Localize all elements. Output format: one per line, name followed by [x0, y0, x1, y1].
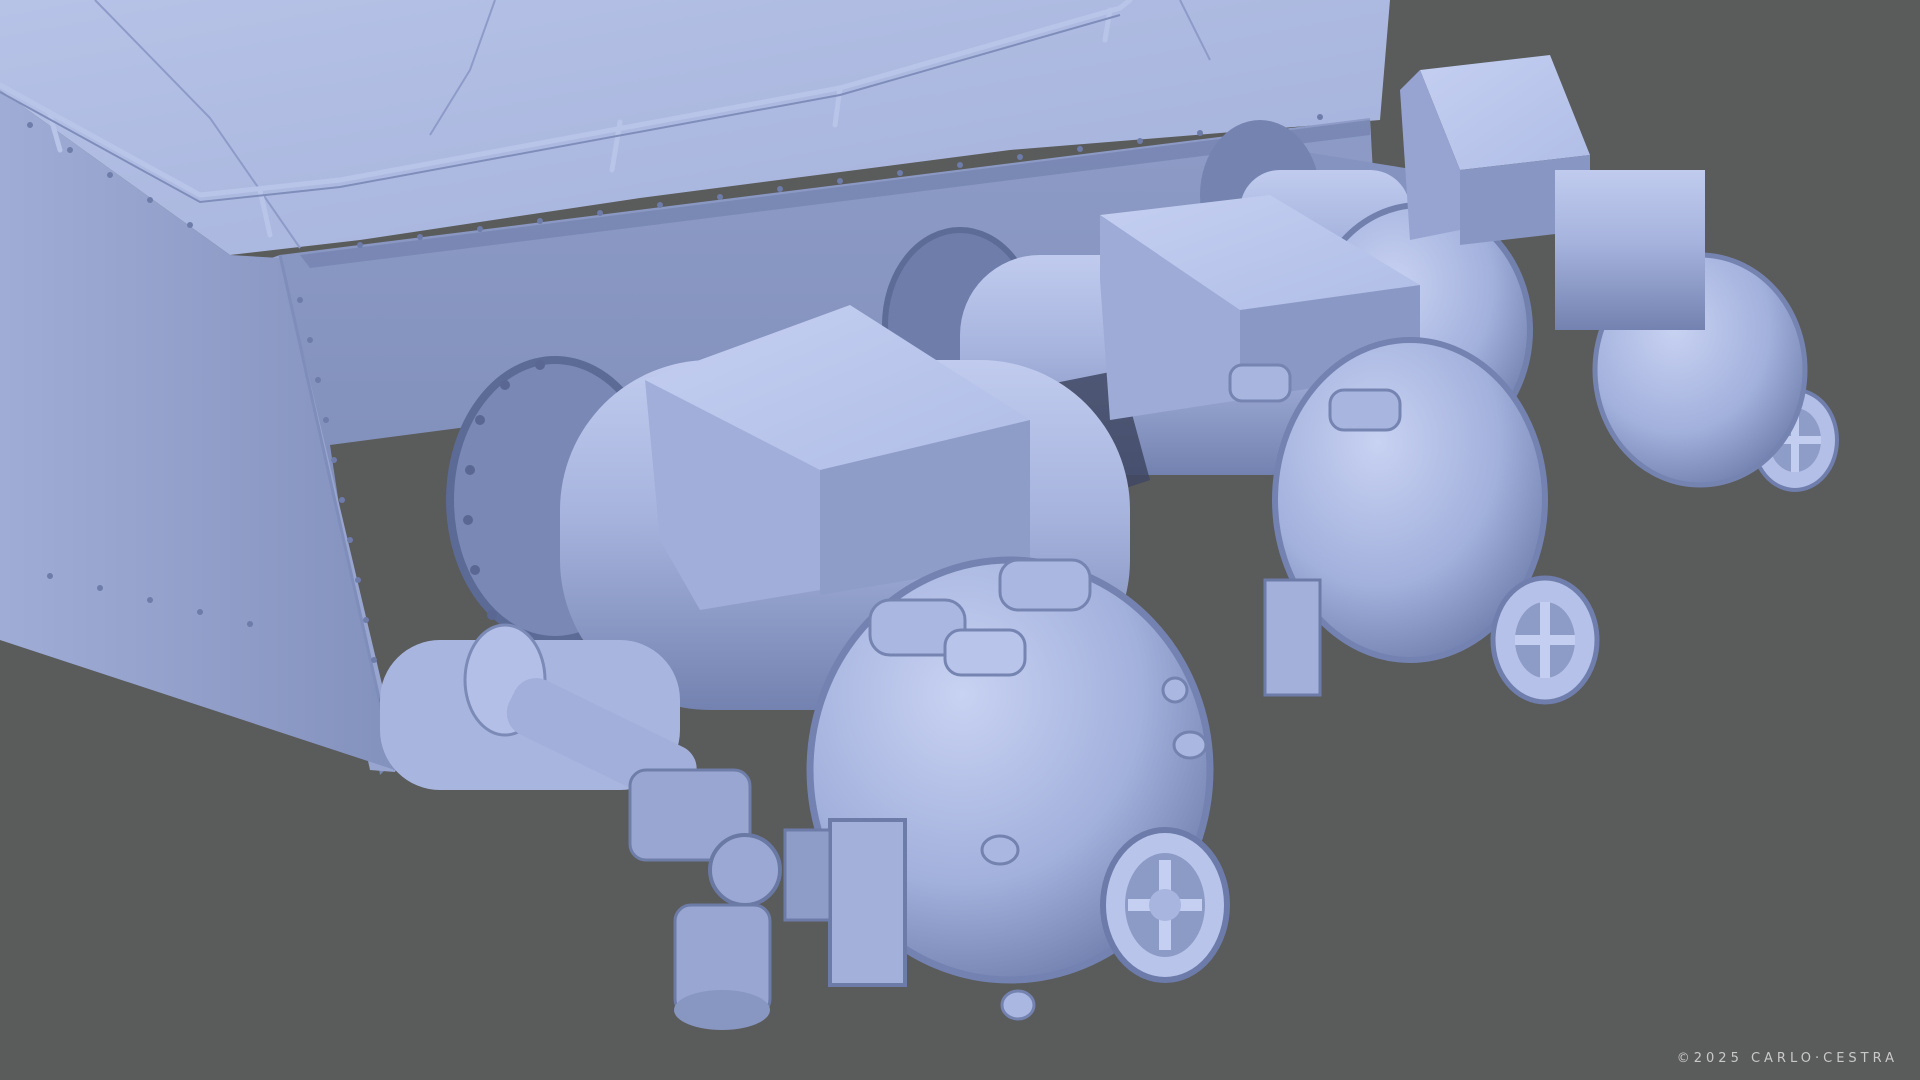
rendered-model-image: [0, 0, 1839, 1030]
render-viewport: ©2025 CARLO·CESTRA: [0, 0, 1920, 1080]
copyright-credit: ©2025 CARLO·CESTRA: [1676, 1051, 1898, 1066]
